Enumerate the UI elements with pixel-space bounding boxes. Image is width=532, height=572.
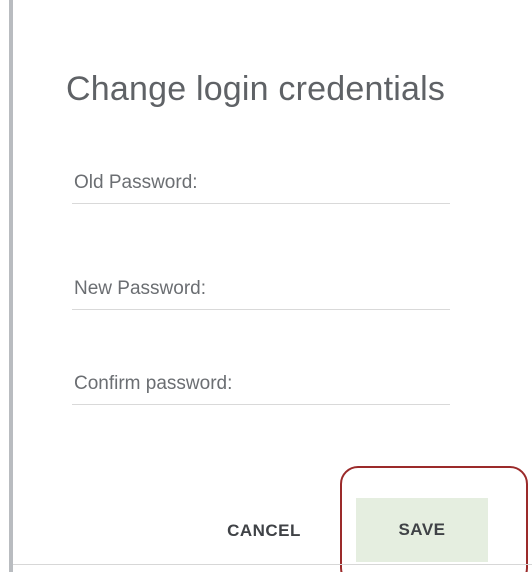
dialog-title: Change login credentials — [66, 70, 446, 108]
old-password-input[interactable] — [72, 163, 450, 203]
new-password-field — [72, 269, 450, 310]
cancel-button[interactable]: CANCEL — [208, 506, 320, 556]
page: Change login credentials CANCEL SAVE — [0, 0, 532, 572]
confirm-password-input[interactable] — [72, 364, 450, 404]
confirm-password-field — [72, 364, 450, 405]
new-password-input[interactable] — [72, 269, 450, 309]
dialog-bottom-border — [13, 564, 532, 565]
save-button[interactable]: SAVE — [356, 498, 488, 562]
old-password-field — [72, 163, 450, 204]
